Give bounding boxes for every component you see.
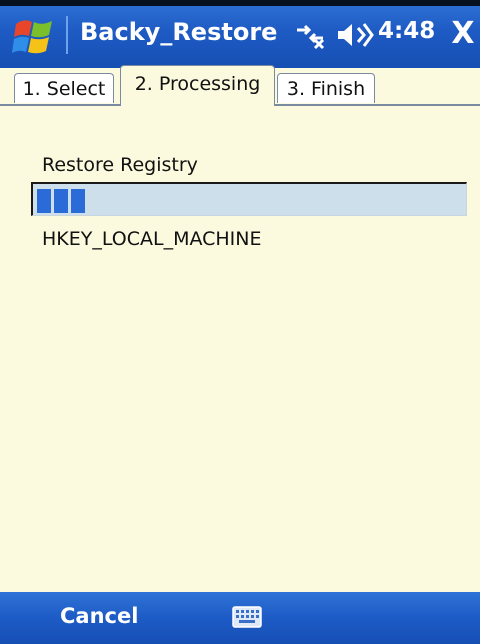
status-text: HKEY_LOCAL_MACHINE <box>42 228 262 250</box>
clock[interactable]: 4:48 <box>378 18 435 44</box>
progress-bar <box>31 182 467 216</box>
close-button[interactable]: X <box>447 15 479 53</box>
window-title: Backy_Restore <box>80 18 278 46</box>
connectivity-icon[interactable] <box>293 20 327 50</box>
title-bar-top-edge <box>0 0 480 6</box>
speaker-icon[interactable] <box>336 20 376 50</box>
keyboard-icon[interactable] <box>232 606 262 628</box>
tab-processing[interactable]: 2. Processing <box>120 65 275 108</box>
tab-select[interactable]: 1. Select <box>14 73 114 103</box>
content-area: 1. Select 2. Processing 3. Finish Restor… <box>0 65 480 592</box>
app-window: Backy_Restore 4:48 X 1. Select 2. Proces… <box>0 0 486 644</box>
tab-finish[interactable]: 3. Finish <box>277 73 375 103</box>
tab-strip: 1. Select 2. Processing 3. Finish <box>0 65 480 108</box>
title-divider <box>66 16 68 54</box>
title-bar: Backy_Restore 4:48 X <box>0 0 480 68</box>
progress-chunk <box>71 189 85 213</box>
section-label: Restore Registry <box>42 154 198 176</box>
progress-chunk <box>54 189 68 213</box>
right-edge <box>480 0 486 644</box>
windows-logo-icon[interactable] <box>12 14 58 58</box>
progress-chunk <box>37 189 51 213</box>
menu-bar: Cancel <box>0 592 480 644</box>
cancel-button[interactable]: Cancel <box>60 604 138 628</box>
